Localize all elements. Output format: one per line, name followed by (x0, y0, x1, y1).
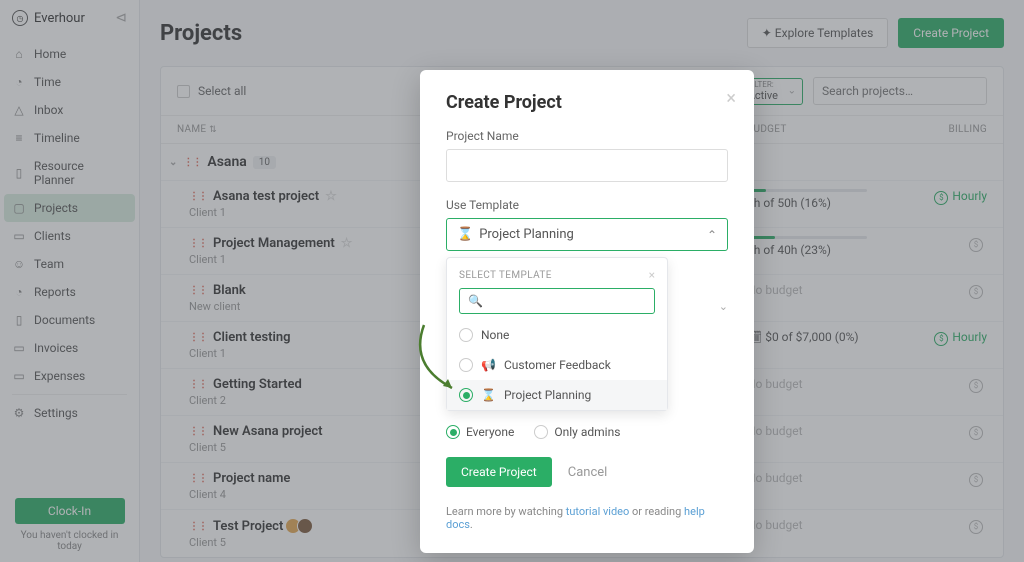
perm-admins[interactable]: Only admins (534, 425, 620, 439)
hourglass-icon: ⌛ (481, 388, 496, 402)
create-project-modal: × Create Project Project Name Use Templa… (420, 70, 754, 553)
radio-icon (446, 425, 460, 439)
dropdown-search[interactable]: 🔍 (459, 288, 655, 314)
template-option-feedback[interactable]: 📢 Customer Feedback (447, 350, 667, 380)
megaphone-icon: 📢 (481, 358, 496, 372)
name-label: Project Name (446, 129, 728, 143)
template-select[interactable]: ⌛ Project Planning ⌃ (446, 218, 728, 251)
perm-everyone[interactable]: Everyone (446, 425, 514, 439)
radio-icon (459, 388, 473, 402)
hourglass-icon: ⌛ (457, 227, 473, 242)
cancel-button[interactable]: Cancel (568, 465, 608, 480)
dropdown-title: SELECT TEMPLATE (459, 270, 552, 281)
chevron-up-icon: ⌃ (707, 228, 717, 242)
permissions-row: Everyone Only admins (446, 425, 728, 439)
radio-icon (459, 358, 473, 372)
search-icon: 🔍 (468, 294, 483, 308)
radio-icon (459, 328, 473, 342)
template-dropdown: SELECT TEMPLATE × 🔍 None 📢 Customer Feed… (446, 257, 668, 411)
close-icon[interactable]: × (726, 88, 736, 109)
template-option-planning[interactable]: ⌛ Project Planning (447, 380, 667, 410)
layout-caret[interactable]: ⌄ (719, 300, 728, 313)
template-option-none[interactable]: None (447, 320, 667, 350)
submit-button[interactable]: Create Project (446, 457, 552, 487)
modal-title: Create Project (446, 92, 728, 113)
template-label: Use Template (446, 198, 728, 212)
modal-footer: Learn more by watching tutorial video or… (446, 505, 728, 531)
tutorial-link[interactable]: tutorial video (566, 505, 630, 518)
dropdown-close-icon[interactable]: × (649, 268, 655, 282)
radio-icon (534, 425, 548, 439)
project-name-input[interactable] (446, 149, 728, 182)
